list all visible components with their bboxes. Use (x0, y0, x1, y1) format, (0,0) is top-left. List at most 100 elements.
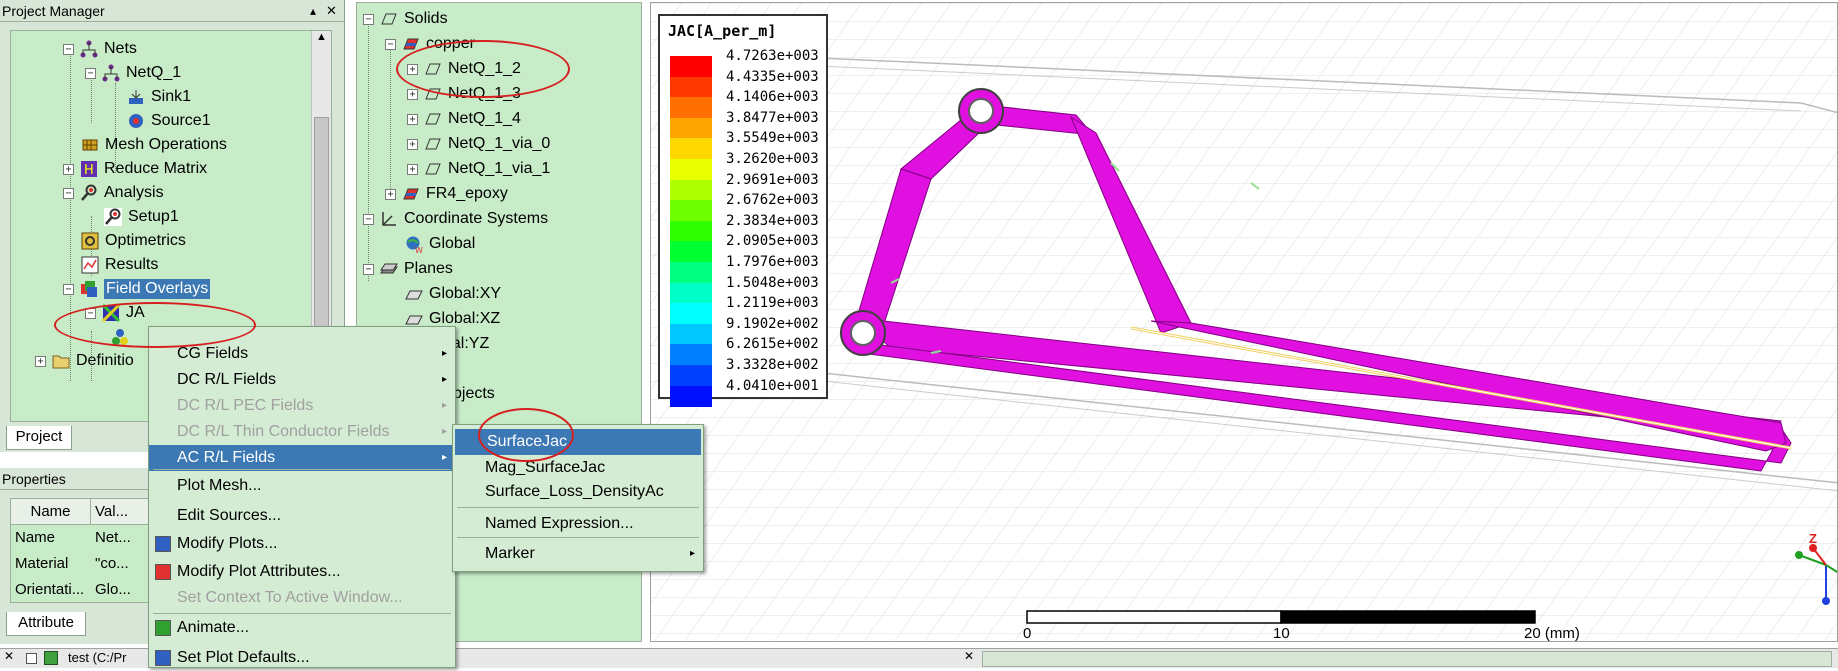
submenu-item-named-expression[interactable]: Named Expression... (453, 511, 703, 537)
legend-value: 2.6762e+003 (726, 192, 819, 209)
tree-item-label: Nets (104, 40, 137, 57)
legend-swatch (670, 159, 712, 180)
tree-item-label: FR4_epoxy (426, 185, 508, 202)
menu-item-dc-r-l-fields[interactable]: DC R/L Fields ▸ (149, 367, 455, 393)
table-row[interactable]: Name Net... (11, 525, 159, 551)
submenu-item-marker[interactable]: Marker ▸ (453, 541, 703, 567)
project-tab[interactable]: Project (6, 426, 72, 450)
close-icon[interactable]: ✕ (326, 0, 337, 22)
menu-item-modify-plots[interactable]: Modify Plots... (149, 531, 455, 557)
tree-item-analysis[interactable]: − Analysis (63, 181, 164, 205)
menu-item-modify-plot-attributes[interactable]: Modify Plot Attributes... (149, 559, 455, 585)
tree-item-planes[interactable]: − Planes (363, 257, 453, 281)
menu-separator (153, 613, 451, 614)
row-value: Glo... (95, 581, 131, 598)
tree-item-lists[interactable]: bjects (453, 382, 495, 406)
context-menu[interactable]: CG Fields ▸ DC R/L Fields ▸ DC R/L PEC Field… (148, 326, 456, 668)
tree-item-reduce-matrix[interactable]: + H Reduce Matrix (63, 157, 207, 181)
mesh-icon (81, 136, 99, 154)
menu-item-label: DC R/L Thin Conductor Fields (177, 423, 390, 440)
collapse-icon[interactable]: − (363, 263, 374, 275)
column-header[interactable]: Val... (91, 499, 151, 524)
tree-item-netq1[interactable]: − NetQ_1 (85, 61, 181, 85)
tree-item-fr4-epoxy[interactable]: + FR4_epoxy (385, 182, 508, 206)
pin-icon[interactable]: ▴ (310, 0, 316, 22)
submenu-arrow-icon: ▸ (441, 426, 447, 437)
legend-swatch (670, 200, 712, 222)
menu-item-ac-r-l-fields[interactable]: AC R/L Fields ▸ (149, 445, 455, 471)
tree-item-netq-1-via-0[interactable]: + NetQ_1_via_0 (407, 132, 550, 156)
axis-label-z: Z (1809, 531, 1817, 546)
collapse-icon[interactable]: − (363, 13, 374, 25)
scale-bar (1026, 610, 1536, 624)
collapse-icon[interactable]: − (363, 213, 374, 225)
tree-item-mesh-operations[interactable]: Mesh Operations (81, 133, 227, 157)
tree-item-global[interactable]: W Global (405, 232, 475, 256)
tree-item-definitions[interactable]: + Definitio (35, 349, 134, 373)
collapse-icon[interactable]: − (63, 187, 74, 199)
close-icon[interactable]: ✕ (964, 649, 974, 663)
collapse-icon[interactable]: − (63, 43, 74, 55)
expand-icon[interactable]: + (407, 113, 418, 125)
tree-item-global-xy[interactable]: Global:XY (405, 282, 501, 306)
legend-value: 4.1406e+003 (726, 89, 819, 106)
tree-item-label: Global:XY (429, 285, 502, 302)
table-row[interactable]: Material "co... (11, 551, 159, 577)
tree-item-setup1[interactable]: Setup1 (104, 205, 179, 229)
tree-item-field-overlays[interactable]: − Field Overlays (63, 277, 211, 301)
tree-item-netq-1-via-1[interactable]: + NetQ_1_via_1 (407, 157, 550, 181)
animate-icon (155, 620, 171, 636)
optimetrics-icon (81, 232, 99, 250)
menu-item-dc-r-l-thin-conductor-fields[interactable]: DC R/L Thin Conductor Fields ▸ (149, 419, 455, 445)
tree-item-label: Optimetrics (105, 232, 186, 249)
legend-value: 1.2119e+003 (726, 295, 819, 312)
tree-item-results[interactable]: Results (81, 253, 158, 277)
row-name: Material (15, 555, 69, 572)
expand-icon[interactable]: + (407, 163, 418, 175)
menu-item-dc-r-l-pec-fields[interactable]: DC R/L PEC Fields ▸ (149, 393, 455, 419)
expand-icon[interactable]: + (385, 188, 396, 200)
scroll-up-icon[interactable]: ▲ (312, 31, 331, 49)
tree-item-netq-1-4[interactable]: + NetQ_1_4 (407, 107, 521, 131)
tree-item-sink1[interactable]: Sink1 (127, 85, 191, 109)
modify-attributes-icon (155, 564, 171, 580)
submenu-item-mag-surfacejac[interactable]: Mag_SurfaceJac (453, 455, 703, 481)
tree-item-coordinate-systems[interactable]: − Coordinate Systems (363, 207, 548, 231)
menu-item-plot-mesh[interactable]: Plot Mesh... (149, 473, 455, 499)
menu-item-animate[interactable]: Animate... (149, 615, 455, 641)
submenu-item-surface-loss-densityac[interactable]: Surface_Loss_DensityAc (453, 479, 703, 505)
close-icon[interactable]: ✕ (4, 649, 14, 663)
expand-icon[interactable]: + (35, 355, 46, 367)
tree-item-source1[interactable]: Source1 (127, 109, 211, 133)
tree-item-nets[interactable]: − Nets (63, 37, 137, 61)
submenu-arrow-icon: ▸ (441, 452, 447, 463)
menu-item-set-plot-defaults[interactable]: Set Plot Defaults... (149, 645, 455, 671)
menu-item-edit-sources[interactable]: Edit Sources... (149, 503, 455, 529)
table-row[interactable]: Orientati... Glo... (11, 577, 159, 603)
menu-item-set-context-to-active-window[interactable]: Set Context To Active Window... (149, 585, 455, 611)
column-header[interactable]: Name (11, 499, 91, 524)
setup-icon (104, 208, 122, 226)
annotation-circle (396, 40, 570, 98)
collapse-icon[interactable]: − (85, 67, 96, 79)
legend-value: 1.7976e+003 (726, 254, 819, 270)
properties-titlebar: Properties (0, 468, 160, 490)
color-legend[interactable]: JAC[A_per_m] 4.7263e+003 4.4335e+003 4.140… (658, 14, 828, 407)
legend-value: 3.8477e+003 (726, 109, 819, 126)
scale-label-10: 10 (1273, 625, 1290, 642)
tree-item-optimetrics[interactable]: Optimetrics (81, 229, 186, 253)
tree-item-solids[interactable]: − Solids (363, 7, 448, 31)
row-value: "co... (95, 555, 129, 572)
checkbox-icon[interactable] (26, 653, 37, 664)
legend-value: 4.0410e+001 (726, 377, 819, 394)
expand-icon[interactable]: + (63, 163, 74, 175)
legend-swatch (670, 262, 712, 283)
scale-label-20: 20 (mm) (1524, 625, 1580, 642)
planes-icon (380, 260, 398, 278)
3d-viewport[interactable]: 0 10 20 (mm) Z (650, 2, 1838, 642)
expand-icon[interactable]: + (407, 138, 418, 150)
attribute-tab[interactable]: Attribute (6, 612, 86, 636)
expand-icon[interactable]: + (407, 88, 418, 100)
collapse-icon[interactable]: − (63, 283, 74, 295)
collapse-icon[interactable]: − (385, 38, 396, 50)
